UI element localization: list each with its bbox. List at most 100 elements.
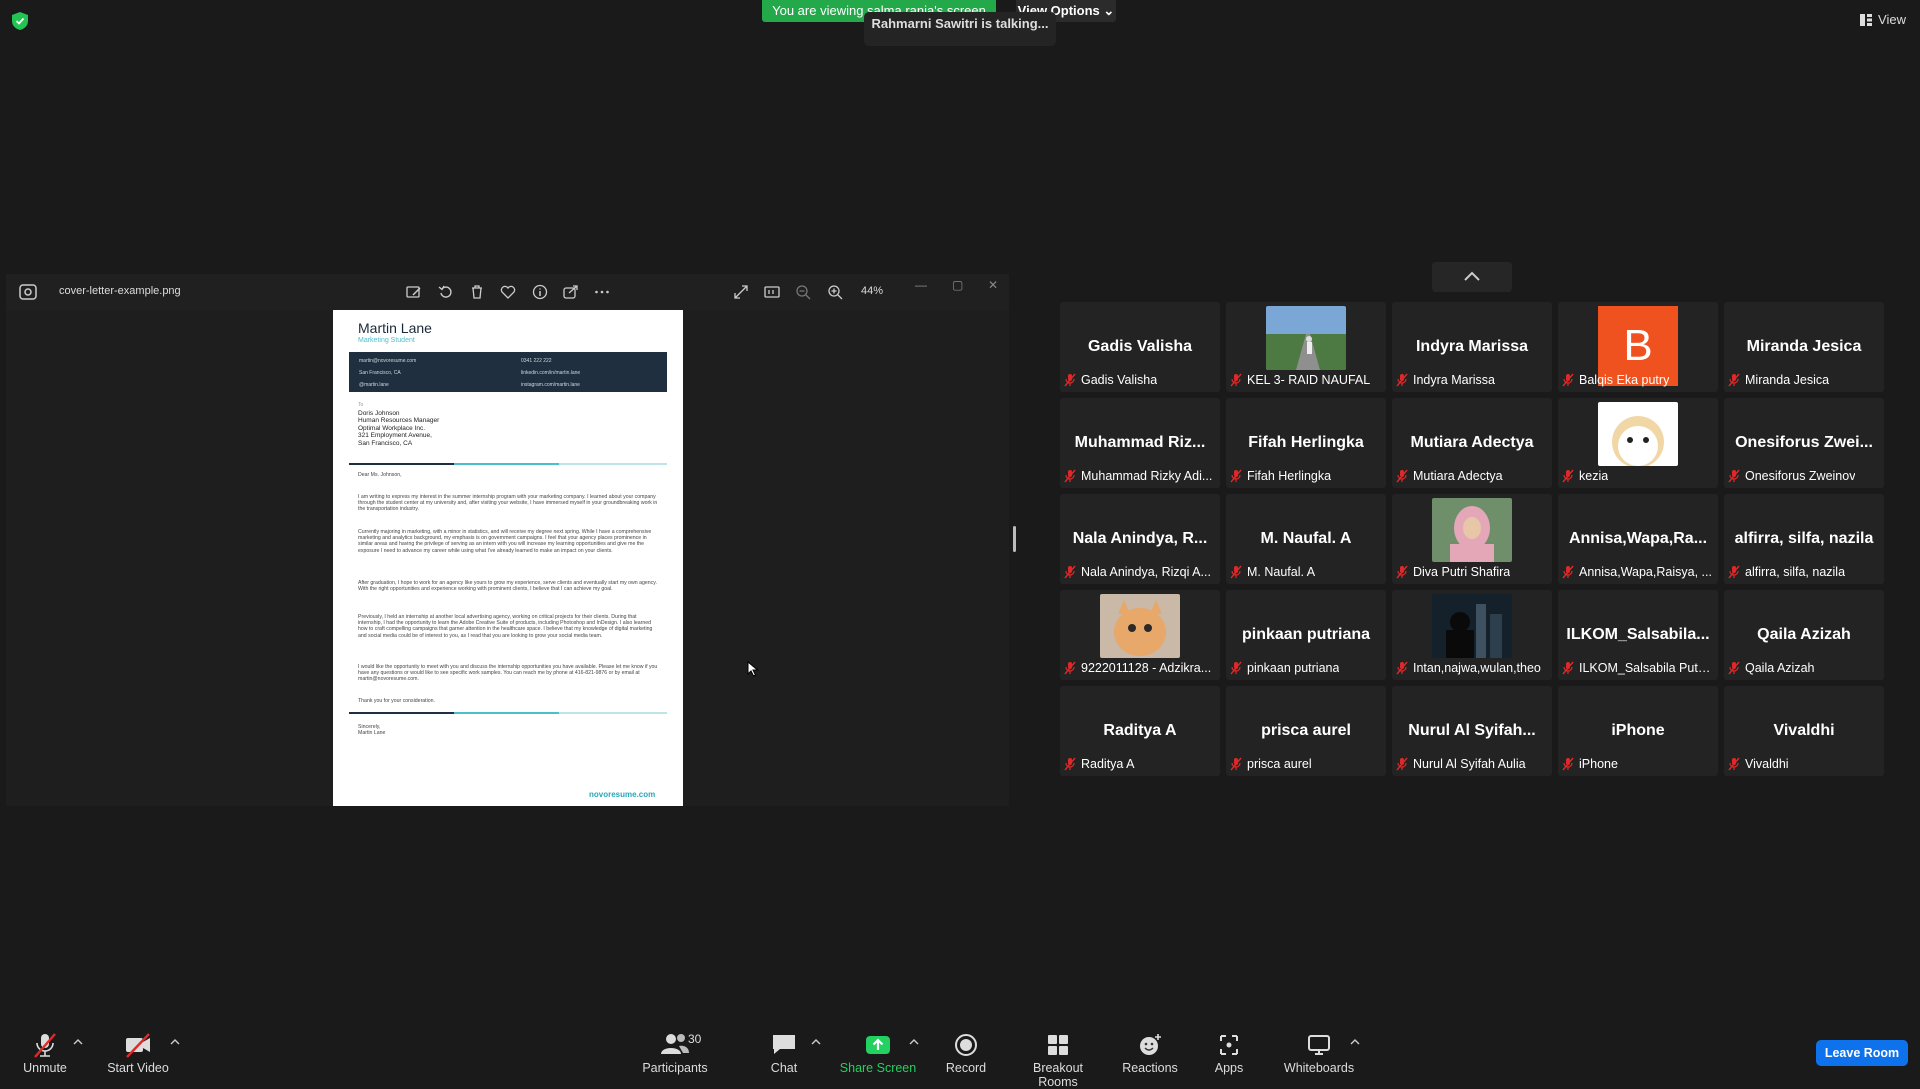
participants-button[interactable]: 30 Participants: [640, 1032, 710, 1075]
participant-tile[interactable]: Diva Putri Shafira: [1392, 494, 1552, 584]
whiteboard-icon: [1308, 1035, 1330, 1055]
chat-button[interactable]: Chat: [763, 1032, 805, 1075]
participant-tile[interactable]: Muhammad Riz... Muhammad Rizky Adi...: [1060, 398, 1220, 488]
participant-name-label: Fifah Herlingka: [1230, 468, 1331, 484]
contact-linkedin: linkedin.com/in/martin.lane: [521, 370, 581, 376]
zoom-in-icon[interactable]: [827, 284, 843, 300]
participant-name-label: KEL 3- RAID NAUFAL: [1230, 372, 1370, 388]
participant-tile[interactable]: Intan,najwa,wulan,theo: [1392, 590, 1552, 680]
participant-tile[interactable]: Onesiforus Zwei... Onesiforus Zweinov: [1724, 398, 1884, 488]
close-icon[interactable]: ✕: [988, 278, 998, 292]
info-icon[interactable]: [532, 284, 548, 300]
greeting: Dear Ms. Johnson,: [358, 472, 402, 478]
leave-room-button[interactable]: Leave Room: [1816, 1040, 1908, 1066]
layout-resize-handle[interactable]: [1013, 526, 1016, 552]
participant-tile[interactable]: Nurul Al Syifah... Nurul Al Syifah Aulia: [1392, 686, 1552, 776]
chat-options-caret-icon[interactable]: [811, 1038, 821, 1046]
participant-display-name: alfirra, silfa, nazila: [1734, 530, 1874, 547]
rotate-icon[interactable]: [438, 284, 454, 300]
maximize-icon[interactable]: ▢: [952, 278, 963, 292]
muted-mic-icon: [1230, 373, 1242, 387]
participant-name-label: Nurul Al Syifah Aulia: [1396, 756, 1526, 772]
participant-name-label: Vivaldhi: [1728, 756, 1789, 772]
muted-mic-icon: [1562, 565, 1574, 579]
participant-name-label: alfirra, silfa, nazila: [1728, 564, 1845, 580]
participant-tile[interactable]: B Balqis Eka putry: [1558, 302, 1718, 392]
participant-tile[interactable]: Nala Anindya, R... Nala Anindya, Rizqi A.…: [1060, 494, 1220, 584]
participant-display-name: Indyra Marissa: [1415, 338, 1529, 355]
shared-screen-window[interactable]: cover-letter-example.png 44% — ▢ ✕ Marti…: [6, 274, 1009, 806]
participant-tile[interactable]: pinkaan putriana pinkaan putriana: [1226, 590, 1386, 680]
doc-name: Martin Lane: [358, 320, 432, 336]
paragraph: Thank you for your consideration.: [358, 698, 435, 704]
participant-tile[interactable]: Indyra Marissa Indyra Marissa: [1392, 302, 1552, 392]
breakout-rooms-button[interactable]: Breakout Rooms: [1012, 1032, 1104, 1089]
participant-tile[interactable]: Fifah Herlingka Fifah Herlingka: [1226, 398, 1386, 488]
participant-name: Annisa,Wapa,Raisya, ...: [1579, 565, 1712, 579]
unmute-button[interactable]: Unmute: [16, 1032, 74, 1075]
participant-name: Indyra Marissa: [1413, 373, 1495, 387]
record-button[interactable]: Record: [942, 1032, 990, 1075]
share-icon[interactable]: [563, 284, 579, 300]
participant-tile[interactable]: kezia: [1558, 398, 1718, 488]
start-video-button[interactable]: Start Video: [105, 1032, 171, 1075]
participant-tile[interactable]: prisca aurel prisca aurel: [1226, 686, 1386, 776]
participant-tile[interactable]: Miranda Jesica Miranda Jesica: [1724, 302, 1884, 392]
participant-display-name: Nala Anindya, R...: [1072, 530, 1208, 547]
whiteboard-options-caret-icon[interactable]: [1350, 1038, 1360, 1046]
participant-display-name: Raditya A: [1103, 722, 1177, 739]
signoff-name: Martin Lane: [358, 730, 386, 737]
muted-mic-icon: [1064, 469, 1076, 483]
muted-mic-icon: [1064, 373, 1076, 387]
share-screen-icon: [866, 1036, 890, 1054]
participant-name: ILKOM_Salsabila Putri...: [1579, 661, 1712, 675]
participant-name-label: Annisa,Wapa,Raisya, ...: [1562, 564, 1712, 580]
participant-tile[interactable]: 9222011128 - Adzikra...: [1060, 590, 1220, 680]
doc-divider: [349, 712, 667, 714]
muted-mic-icon: [1728, 469, 1740, 483]
participant-tile[interactable]: KEL 3- RAID NAUFAL: [1226, 302, 1386, 392]
encryption-shield-icon[interactable]: [12, 12, 28, 30]
muted-mic-icon: [1728, 757, 1740, 771]
expand-icon[interactable]: [733, 284, 749, 300]
participant-display-name: Mutiara Adectya: [1410, 434, 1534, 451]
more-options-icon[interactable]: [594, 284, 610, 300]
share-options-caret-icon[interactable]: [909, 1038, 919, 1046]
view-button[interactable]: View: [1860, 12, 1906, 27]
participant-tile[interactable]: Annisa,Wapa,Ra... Annisa,Wapa,Raisya, ...: [1558, 494, 1718, 584]
participant-tile[interactable]: ILKOM_Salsabila... ILKOM_Salsabila Putri.…: [1558, 590, 1718, 680]
actual-size-icon[interactable]: [764, 284, 780, 300]
participant-name-label: kezia: [1562, 468, 1608, 484]
muted-mic-icon: [1396, 565, 1408, 579]
muted-mic-icon: [34, 1033, 56, 1058]
share-screen-button[interactable]: Share Screen: [838, 1032, 918, 1075]
participant-tile[interactable]: Raditya A Raditya A: [1060, 686, 1220, 776]
audio-options-caret-icon[interactable]: [73, 1038, 83, 1046]
participant-video-thumbnail: [1432, 594, 1512, 658]
contact-instagram: instagram.com/martin.lane: [521, 382, 580, 388]
participant-tile[interactable]: Gadis Valisha Gadis Valisha: [1060, 302, 1220, 392]
contact-phone: 0341 222 222: [521, 358, 552, 364]
minimize-icon[interactable]: —: [915, 278, 927, 292]
participant-tile[interactable]: iPhone iPhone: [1558, 686, 1718, 776]
whiteboards-button[interactable]: Whiteboards: [1280, 1032, 1358, 1075]
participant-tile[interactable]: Mutiara Adectya Mutiara Adectya: [1392, 398, 1552, 488]
participant-tile[interactable]: alfirra, silfa, nazila alfirra, silfa, na…: [1724, 494, 1884, 584]
meeting-toolbar: Unmute Start Video 30 Participants Chat …: [0, 1016, 1920, 1089]
delete-icon[interactable]: [469, 284, 485, 300]
participant-tile[interactable]: Qaila Azizah Qaila Azizah: [1724, 590, 1884, 680]
reactions-button[interactable]: Reactions: [1119, 1032, 1181, 1075]
paragraph: After graduation, I hope to work for an …: [358, 580, 657, 593]
gallery-collapse-button[interactable]: [1432, 262, 1512, 292]
video-off-icon: [126, 1033, 150, 1058]
favorite-heart-icon[interactable]: [500, 284, 516, 300]
start-video-label: Start Video: [107, 1061, 169, 1075]
participant-tile[interactable]: M. Naufal. A M. Naufal. A: [1226, 494, 1386, 584]
apps-button[interactable]: Apps: [1208, 1032, 1250, 1075]
image-viewer-titlebar: cover-letter-example.png 44% — ▢ ✕: [6, 274, 1009, 310]
participant-tile[interactable]: Vivaldhi Vivaldhi: [1724, 686, 1884, 776]
edit-image-icon[interactable]: [406, 284, 422, 300]
video-options-caret-icon[interactable]: [170, 1038, 180, 1046]
participant-video-thumbnail: [1432, 498, 1512, 562]
zoom-out-icon[interactable]: [795, 284, 811, 300]
